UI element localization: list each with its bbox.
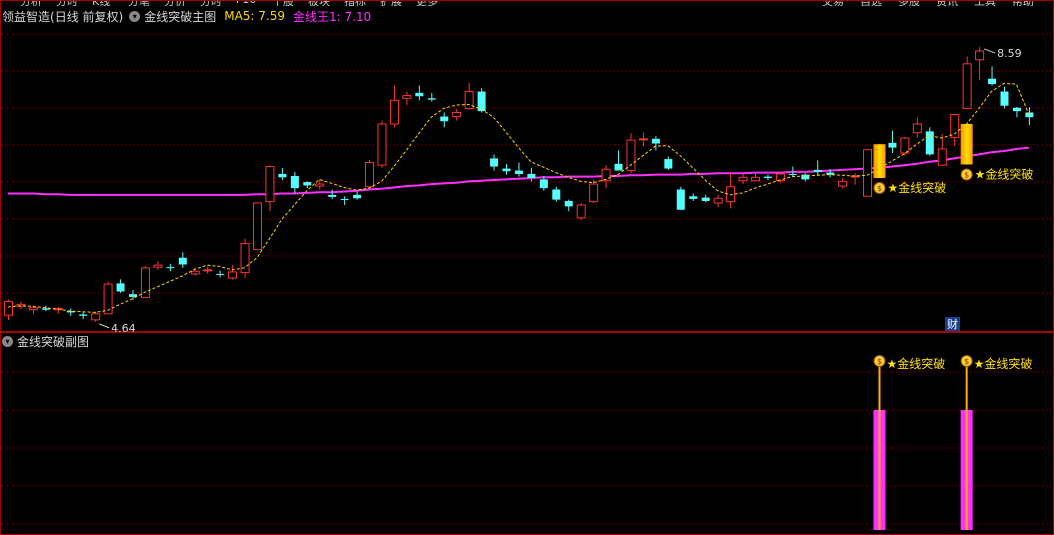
candle [638,138,648,141]
money-bag-icon: $ [964,357,969,366]
high-marker-arrow [983,48,996,54]
candle [713,197,723,204]
candle [676,189,685,210]
signal-bar [873,144,886,178]
candle [925,131,934,155]
ma5-series [7,82,1030,313]
candle [502,168,511,172]
candle [253,202,262,251]
candle [166,267,175,269]
candle [129,294,137,297]
candle [79,314,88,316]
candle [651,138,660,144]
candle [41,308,50,310]
candle [888,142,897,148]
candle [402,95,412,99]
candle [514,170,523,174]
candle [91,313,101,321]
money-bag-icon: $ [964,170,969,179]
candle [389,99,399,125]
candle [315,183,325,187]
candle [178,257,187,265]
candle [775,173,785,182]
sub-signal-core [965,410,968,530]
candle [589,183,599,203]
candle [290,175,299,189]
candle [140,267,150,299]
low-marker: 4.64 [111,322,135,335]
candle [4,301,13,316]
candle [216,273,225,275]
candle [203,269,213,272]
price-chart[interactable]: $ ★金线突破 $ ★金线突破 8.59 4.64 财 $ ★金线突破 $ ★金线突破 [0,0,1054,535]
candle [626,139,636,172]
candle [340,198,349,200]
candle [863,149,873,197]
candle [415,92,424,97]
candle [353,194,362,199]
sub-signal-core [878,410,881,530]
candle [912,123,922,134]
candle [751,176,760,182]
candle [190,270,200,275]
candle [153,264,163,268]
candle [440,116,449,122]
candle [539,179,548,189]
candle [490,158,499,167]
candle [303,182,312,186]
money-bag-icon: $ [877,357,882,366]
candle [962,63,972,109]
candle [427,98,436,100]
candle [763,176,772,178]
candle [552,189,561,200]
candle [452,111,462,118]
candle [576,204,586,219]
candle [738,176,748,182]
candle [103,283,113,315]
signal-label: ★金线突破 [975,166,1034,181]
signal-label: ★金线突破 [888,180,947,195]
candle [975,50,985,61]
candle [788,173,797,175]
candle [265,166,275,203]
candle [28,307,38,311]
candle [527,173,536,178]
candle [116,283,125,292]
signal-bar [960,123,973,165]
candle [1025,112,1034,118]
candle [614,163,623,171]
money-bag-icon: $ [877,184,882,193]
candle [1000,91,1009,106]
candle [988,78,997,85]
candle [228,271,238,279]
candle [937,148,947,166]
high-marker: 8.59 [997,47,1022,60]
candle [689,196,698,199]
sub-signal-label: ★金线突破 [974,356,1033,371]
candle [365,161,375,188]
finance-badge-label: 财 [947,317,958,331]
candle [328,194,337,197]
candle [838,180,848,187]
candle [564,200,573,207]
sub-signal-label: ★金线突破 [887,356,946,371]
candle [701,197,710,201]
candle [1012,107,1021,112]
candle [377,123,387,166]
candle [664,159,673,169]
candle [813,169,822,172]
candle [278,173,287,178]
low-marker-arrow [98,323,110,329]
